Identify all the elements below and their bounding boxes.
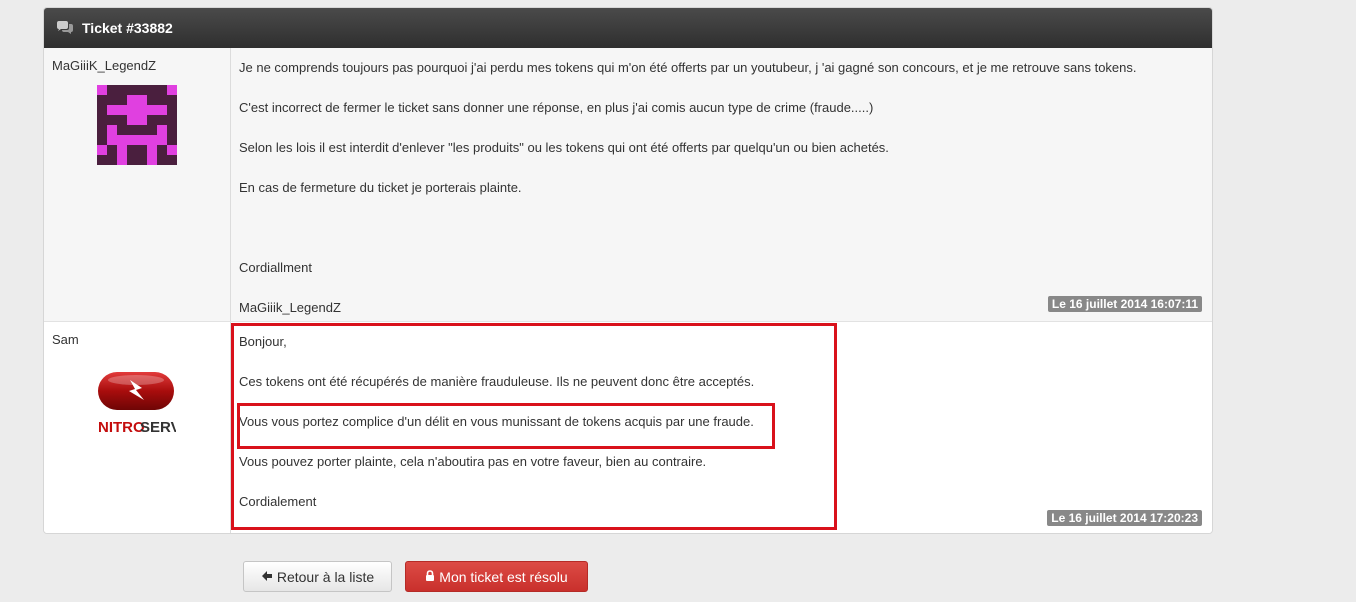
message-line: Cordialement (239, 494, 317, 509)
message-line: Selon les lois il est interdit d'enlever… (239, 140, 889, 155)
date-badge: Le 16 juillet 2014 16:07:11 (1047, 296, 1202, 312)
nitroserv-logo: NITRO SERV (96, 370, 181, 438)
ticket-title: Ticket #33882 (82, 20, 173, 36)
back-label: Retour à la liste (276, 568, 375, 585)
ticket-panel: Ticket #33882 MaGiiiK_LegendZ Je ne comp… (43, 7, 1213, 534)
resolve-label: Mon ticket est résolu (439, 568, 568, 585)
message-1: MaGiiiK_LegendZ Je ne comprends toujours… (44, 48, 1212, 321)
logo-text-serv: SERV (140, 419, 176, 436)
message-content: Bonjour, Ces tokens ont été récupérés de… (239, 332, 1202, 512)
message-line: Je ne comprends toujours pas pourquoi j'… (239, 60, 1137, 75)
logo-text-nitro: NITRO (98, 419, 145, 436)
panel-header: Ticket #33882 (44, 8, 1212, 48)
message-line: Ces tokens ont été récupérés de manière … (239, 374, 755, 389)
message-content: Je ne comprends toujours pas pourquoi j'… (239, 58, 1202, 318)
avatar (97, 85, 177, 165)
message-line: C'est incorrect de fermer le ticket sans… (239, 100, 874, 115)
message-line: En cas de fermeture du ticket je portera… (239, 180, 522, 195)
message-line: Bonjour, (239, 334, 287, 349)
lock-icon (425, 569, 435, 585)
author-name: MaGiiiK_LegendZ (52, 58, 157, 73)
message-line: Vous vous portez complice d'un délit en … (239, 414, 754, 429)
back-to-list-button[interactable]: Retour à la liste (243, 561, 392, 592)
author-column: MaGiiiK_LegendZ (44, 48, 231, 321)
author-name: Sam (52, 332, 79, 347)
ticket-resolved-button[interactable]: Mon ticket est résolu (405, 561, 588, 592)
comments-icon (56, 21, 74, 35)
message-line: Cordiallment (239, 260, 312, 275)
author-column: Sam NITRO SERV (44, 322, 231, 533)
message-2: Sam NITRO SERV (44, 321, 1212, 533)
message-line: Vous pouvez porter plainte, cela n'about… (239, 454, 707, 469)
date-badge: Le 16 juillet 2014 17:20:23 (1047, 510, 1202, 526)
arrow-left-icon (261, 569, 273, 585)
